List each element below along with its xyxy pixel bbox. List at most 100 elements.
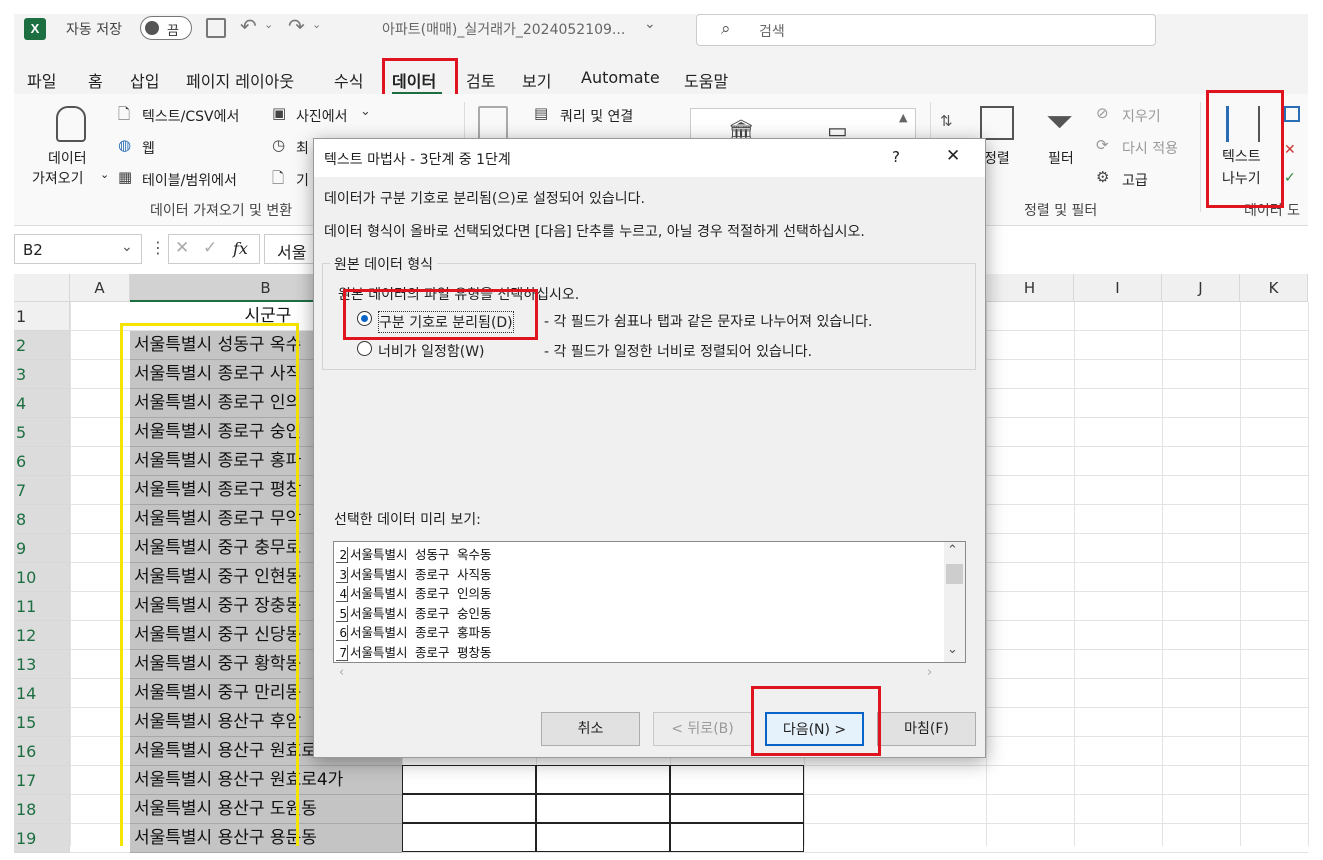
get-data-label: 데이터 xyxy=(48,151,87,167)
from-text-csv-button[interactable]: 🗋 텍스트/CSV에서 xyxy=(118,104,258,126)
recent-sources-label: 최 xyxy=(296,141,309,157)
chevron-down-icon: ⌄ xyxy=(121,239,133,255)
tab-view[interactable]: 보기 xyxy=(522,68,551,92)
autosave-toggle[interactable]: 끔 xyxy=(140,16,192,40)
table-cell[interactable] xyxy=(536,765,670,794)
file-name-dropdown-icon[interactable]: ⌄ xyxy=(644,16,656,32)
refresh-all-icon[interactable] xyxy=(478,106,508,140)
row-header[interactable]: 17 xyxy=(14,766,70,795)
table-cell[interactable] xyxy=(402,765,536,794)
tab-formulas[interactable]: 수식 xyxy=(334,68,363,92)
close-icon[interactable]: ✕ xyxy=(946,146,960,166)
row-header[interactable]: 16 xyxy=(14,737,70,766)
search-icon: ⌕ xyxy=(721,19,731,39)
row-header[interactable]: 19 xyxy=(14,824,70,853)
table-cell[interactable] xyxy=(536,823,670,852)
table-cell[interactable] xyxy=(670,794,804,823)
chevron-down-icon: ⌄ xyxy=(360,104,371,119)
clear-filter-button[interactable]: ⊘ 지우기 xyxy=(1096,104,1186,126)
table-cell[interactable] xyxy=(402,794,536,823)
row-header[interactable]: 18 xyxy=(14,795,70,824)
name-box[interactable]: B2 ⌄ xyxy=(14,234,142,264)
scroll-right-icon[interactable]: › xyxy=(927,665,932,680)
tab-page-layout[interactable]: 페이지 레이아웃 xyxy=(186,68,294,92)
gallery-scroll-up-icon[interactable]: ▲ xyxy=(899,111,907,124)
table-cell[interactable] xyxy=(670,765,804,794)
column-header-h[interactable]: H xyxy=(986,274,1074,302)
scroll-down-icon[interactable]: ⌄ xyxy=(947,642,958,657)
delimited-description: - 각 필드가 쉼표나 탭과 같은 문자로 나누어져 있습니다. xyxy=(544,314,873,330)
more-icon[interactable]: ⋮ xyxy=(150,238,166,257)
queries-connections-button[interactable]: ▤ 쿼리 및 연결 xyxy=(534,104,664,126)
database-icon xyxy=(56,106,86,142)
scroll-up-icon[interactable]: ⌃ xyxy=(947,543,958,558)
row-header[interactable]: 1 xyxy=(14,302,70,331)
file-name: 아파트(매매)_실거래가_2024052109... xyxy=(382,22,626,38)
table-cell[interactable] xyxy=(402,823,536,852)
fixed-width-radio[interactable] xyxy=(357,341,372,356)
column-header-a[interactable]: A xyxy=(70,274,130,302)
redo-dropdown-icon[interactable]: ⌄ xyxy=(312,18,321,31)
get-data-button[interactable]: 데이터 가져오기 ⌄ xyxy=(30,146,120,187)
search-box[interactable]: ⌕ 검색 xyxy=(696,14,1156,46)
redo-icon[interactable]: ↷ xyxy=(288,14,305,38)
existing-connections-button[interactable]: 🗋 기 xyxy=(272,168,312,190)
back-button[interactable]: < 뒤로(B) xyxy=(653,712,752,746)
preview-hscroll[interactable]: ‹ › xyxy=(333,663,944,685)
select-all-corner[interactable] xyxy=(14,274,70,302)
from-table-button[interactable]: ▦ 테이블/범위에서 xyxy=(118,168,258,190)
from-web-button[interactable]: ◍ 웹 xyxy=(118,136,198,158)
row-header[interactable]: 3 xyxy=(14,360,70,389)
fixed-width-label[interactable]: 너비가 일정함(W) xyxy=(378,341,485,361)
tab-home[interactable]: 홈 xyxy=(88,68,103,92)
tab-review[interactable]: 검토 xyxy=(466,68,495,92)
undo-icon[interactable]: ↶ xyxy=(240,14,257,38)
from-picture-button[interactable]: ▣ 사진에서 ⌄ xyxy=(272,104,382,126)
tab-help[interactable]: 도움말 xyxy=(684,68,728,92)
row-header[interactable]: 8 xyxy=(14,505,70,534)
scroll-left-icon[interactable]: ‹ xyxy=(339,665,344,680)
row-header[interactable]: 9 xyxy=(14,534,70,563)
flash-fill-icon[interactable] xyxy=(1284,106,1300,122)
recent-sources-button[interactable]: ◷ 최 xyxy=(272,136,312,158)
row-header[interactable]: 15 xyxy=(14,708,70,737)
help-button[interactable]: ? xyxy=(892,148,900,166)
cancel-icon[interactable]: ✕ xyxy=(175,238,189,258)
enter-icon[interactable]: ✓ xyxy=(203,238,217,258)
filter-button[interactable]: ⏷ 필터 xyxy=(1040,104,1090,167)
row-header[interactable]: 11 xyxy=(14,592,70,621)
row-header[interactable]: 2 xyxy=(14,331,70,360)
insert-function-icon[interactable]: fx xyxy=(233,239,248,258)
row-header[interactable]: 5 xyxy=(14,418,70,447)
row-header[interactable]: 14 xyxy=(14,679,70,708)
row-header[interactable]: 7 xyxy=(14,476,70,505)
finish-button[interactable]: 마침(F) xyxy=(877,712,976,746)
table-cell[interactable] xyxy=(536,794,670,823)
column-header-j[interactable]: J xyxy=(1162,274,1240,302)
remove-duplicates-icon[interactable]: ✕ xyxy=(1284,142,1296,158)
sort-az-icon[interactable]: ⇅ xyxy=(940,112,953,130)
reapply-button[interactable]: ⟳ 다시 적용 xyxy=(1096,136,1196,158)
row-header[interactable]: 12 xyxy=(14,621,70,650)
preview-line-number: 5 xyxy=(336,605,348,622)
from-text-csv-label: 텍스트/CSV에서 xyxy=(142,109,240,125)
advanced-filter-button[interactable]: ⚙ 고급 xyxy=(1096,168,1176,190)
save-icon[interactable] xyxy=(206,18,226,38)
table-cell[interactable] xyxy=(670,823,804,852)
data-validation-icon[interactable]: ✓ xyxy=(1284,170,1296,186)
scroll-thumb[interactable] xyxy=(946,564,963,584)
tab-file[interactable]: 파일 xyxy=(27,68,56,92)
tab-automate[interactable]: Automate xyxy=(581,68,660,87)
highlight-delimited-option xyxy=(343,289,538,340)
row-header[interactable]: 6 xyxy=(14,447,70,476)
preview-vscroll[interactable]: ⌃ ⌄ xyxy=(944,541,966,663)
row-header[interactable]: 13 xyxy=(14,650,70,679)
undo-dropdown-icon[interactable]: ⌄ xyxy=(264,18,273,31)
column-header-i[interactable]: I xyxy=(1074,274,1162,302)
column-header-k[interactable]: K xyxy=(1240,274,1308,302)
tab-insert[interactable]: 삽입 xyxy=(130,68,159,92)
row-header[interactable]: 4 xyxy=(14,389,70,418)
cancel-button[interactable]: 취소 xyxy=(541,712,640,746)
search-placeholder: 검색 xyxy=(759,24,785,40)
row-header[interactable]: 10 xyxy=(14,563,70,592)
